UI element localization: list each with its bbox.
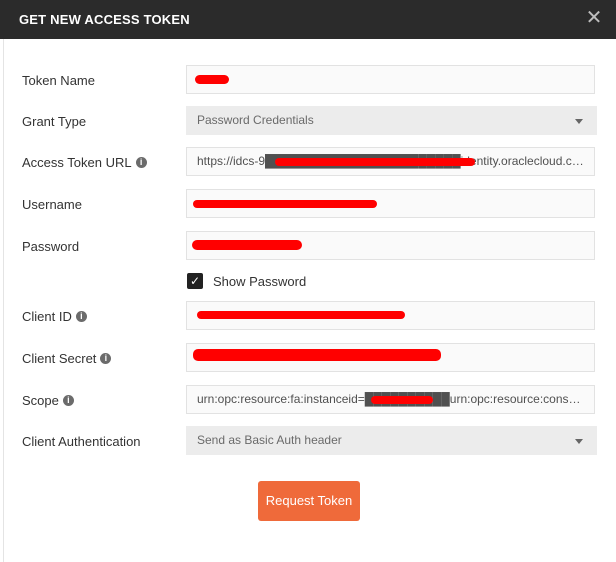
access-token-url-label-text: Access Token URL bbox=[22, 155, 132, 170]
show-password-checkbox[interactable]: ✓ bbox=[187, 273, 203, 289]
scope-redaction bbox=[371, 396, 433, 404]
token-name-label: Token Name bbox=[22, 73, 95, 88]
close-icon[interactable]: ✕ bbox=[584, 8, 604, 28]
dialog-title: GET NEW ACCESS TOKEN bbox=[19, 12, 190, 27]
info-icon[interactable]: i bbox=[75, 311, 87, 323]
password-label: Password bbox=[22, 239, 80, 254]
scope-label-text: Scope bbox=[22, 393, 59, 408]
token-name-input[interactable] bbox=[186, 65, 595, 94]
client-authentication-label: Client Authentication bbox=[22, 434, 141, 449]
info-icon[interactable]: i bbox=[135, 157, 147, 169]
client-authentication-value: Send as Basic Auth header bbox=[197, 433, 342, 447]
client-secret-label-text: Client Secret bbox=[22, 351, 97, 366]
grant-type-label: Grant Type bbox=[22, 114, 87, 129]
grant-type-select[interactable]: Password Credentials bbox=[186, 106, 597, 135]
info-icon[interactable]: i bbox=[62, 395, 74, 407]
access-token-url-label: Access Token URL i bbox=[22, 155, 147, 171]
chevron-down-icon bbox=[575, 119, 583, 124]
client-id-label: Client ID i bbox=[22, 309, 87, 325]
username-redaction bbox=[193, 200, 377, 208]
client-authentication-select[interactable]: Send as Basic Auth header bbox=[186, 426, 597, 455]
client-secret-redaction bbox=[193, 349, 441, 361]
password-redaction bbox=[192, 240, 302, 250]
grant-type-value: Password Credentials bbox=[197, 113, 314, 127]
access-token-url-redaction bbox=[275, 158, 475, 166]
scope-label: Scope i bbox=[22, 393, 74, 409]
username-label: Username bbox=[22, 197, 82, 212]
request-token-button[interactable]: Request Token bbox=[258, 481, 360, 521]
client-id-redaction bbox=[197, 311, 405, 319]
chevron-down-icon bbox=[575, 439, 583, 444]
info-icon[interactable]: i bbox=[100, 353, 112, 365]
token-name-redaction bbox=[195, 75, 229, 84]
show-password-label: Show Password bbox=[213, 274, 307, 289]
client-id-label-text: Client ID bbox=[22, 309, 72, 324]
dialog-header: GET NEW ACCESS TOKEN ✕ bbox=[0, 0, 616, 39]
client-secret-label: Client Secret i bbox=[22, 351, 112, 367]
